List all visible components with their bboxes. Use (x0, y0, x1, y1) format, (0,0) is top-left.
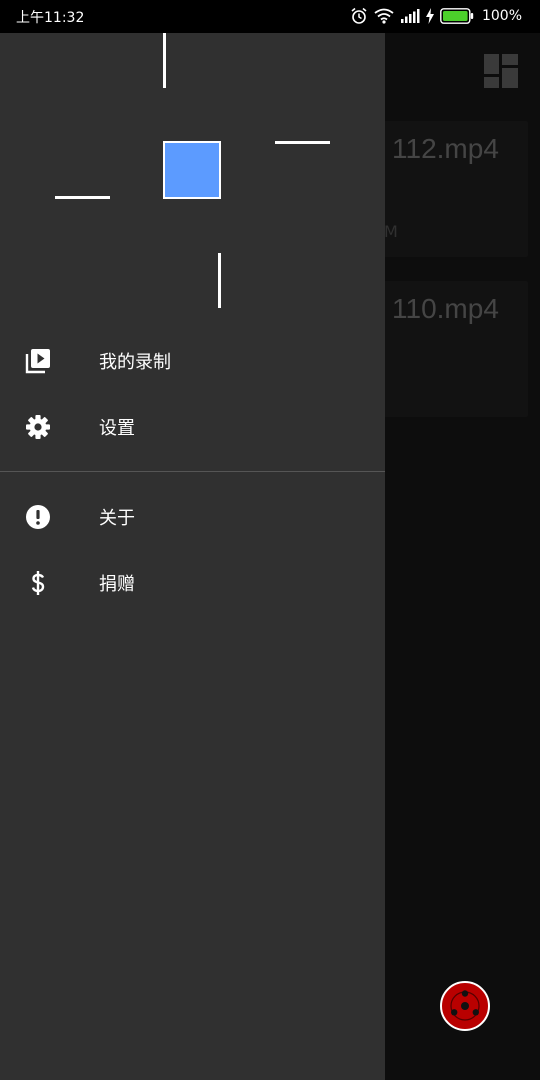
drawer-item-label: 关于 (99, 508, 135, 529)
drawer-item-settings[interactable]: 设置 (0, 393, 385, 459)
battery-percent: 100% (481, 8, 522, 24)
status-time: 上午11:32 (16, 10, 85, 26)
drawer-divider (0, 471, 385, 472)
drawer-item-label: 捐赠 (99, 574, 135, 595)
status-icons: 100% (350, 6, 522, 26)
logo-line (163, 33, 166, 88)
record-button[interactable] (440, 981, 490, 1031)
navigation-drawer: 我的录制 设置 关于 捐赠 (0, 33, 385, 1080)
info-alert-icon (25, 504, 51, 530)
drawer-item-donate[interactable]: 捐赠 (0, 549, 385, 615)
logo-line (55, 196, 110, 199)
drawer-item-label: 设置 (99, 418, 135, 439)
logo-square (163, 141, 221, 199)
logo-line (275, 141, 330, 144)
charging-icon (425, 8, 434, 24)
battery-icon (440, 8, 474, 24)
wifi-icon (374, 8, 394, 24)
sharingan-icon (450, 990, 480, 1021)
alarm-icon (350, 7, 368, 25)
gear-icon (25, 414, 51, 440)
drawer-item-my-recordings[interactable]: 我的录制 (0, 327, 385, 393)
drawer-item-label: 我的录制 (99, 352, 171, 373)
drawer-header-logo (0, 33, 385, 323)
screen: 上午11:32 100% 112.mp4 M 110.mp4 我的录制 设置 关… (0, 0, 540, 1080)
status-bar: 上午11:32 100% (0, 0, 540, 33)
video-library-icon (25, 348, 51, 374)
dollar-icon (25, 570, 51, 596)
logo-line (218, 253, 221, 308)
drawer-item-about[interactable]: 关于 (0, 483, 385, 549)
signal-icon (400, 9, 420, 23)
